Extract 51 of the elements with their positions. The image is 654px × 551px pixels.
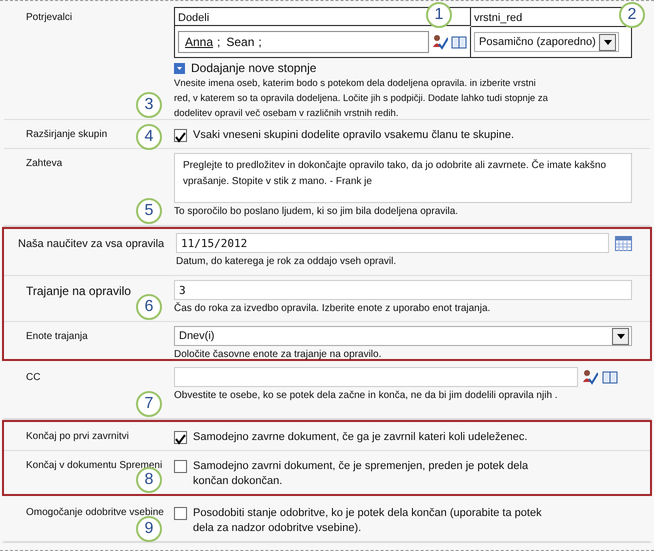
address-book-icon[interactable] xyxy=(602,370,618,384)
callout-number: 9 xyxy=(136,516,162,542)
field-description: Obvestite te osebe, ko se potek dela začne in konča, ne da bi jim dodelili opravila njih . xyxy=(174,389,559,403)
callout-number: 4 xyxy=(136,124,162,150)
checkbox-label: Vsaki vneseni skupini dodelite opravilo vsakemu članu te skupine. xyxy=(193,128,514,143)
calendar-icon[interactable] xyxy=(615,236,632,250)
address-book-icon[interactable] xyxy=(451,35,467,49)
checkbox[interactable] xyxy=(174,129,187,142)
field-description: Čas do roka za izvedbo opravila. Izberite enote z uporabo enot trajanja. xyxy=(174,301,492,316)
field-label: Enote trajanja xyxy=(26,330,88,344)
check-names-icon[interactable] xyxy=(432,34,448,50)
callout-number: 5 xyxy=(136,198,162,224)
field-description: Določite časovne enote za trajanje na opravilo. xyxy=(174,348,382,362)
units-dropdown[interactable]: Dnev(i) xyxy=(174,326,632,346)
order-dropdown[interactable]: Posamično (zaporedno) xyxy=(474,32,619,52)
expand-icon[interactable] xyxy=(174,62,185,74)
field-label: CC xyxy=(26,371,40,385)
separator: ; xyxy=(217,35,220,49)
field-label: Naša naučitev za vsa opravila xyxy=(18,237,164,251)
field-description: Vnesite imena oseb, katerim bodo s potekom dela dodeljena opravila. in izberite vrstni red, v katerem so ta opravila dodeljena. Ločite jih s podpičji. Dodate lahko tudi stopnje za dodelitev opravil več osebam v različnih vrstnih redih. xyxy=(174,77,549,121)
checkbox-label: Posodobiti stanje odobritve, ko je potek dela končan (uporabite ta potek dela za nadzor odobritve vsebine). xyxy=(193,506,543,536)
callout-number: 8 xyxy=(136,467,162,493)
cc-field[interactable] xyxy=(174,367,578,387)
checkbox-label: Samodejno zavrne dokument, če ga je zavrnil kateri koli udeleženec. xyxy=(193,430,528,445)
field-description: To sporočilo bo poslano ljudem, ki so jim bila dodeljena opravila. xyxy=(174,205,460,219)
checkbox[interactable] xyxy=(174,507,187,520)
field-label: Potrjevalci xyxy=(26,11,72,25)
add-stage-link[interactable]: Dodajanje nove stopnje xyxy=(191,61,316,75)
caret-icon xyxy=(604,40,612,44)
column-header: Dodeli xyxy=(177,12,210,24)
duration-field[interactable]: 3 xyxy=(174,280,632,300)
field-label: Končaj po prvi zavrnitvi xyxy=(26,430,129,444)
callout-number: 6 xyxy=(136,294,162,320)
checkbox[interactable] xyxy=(174,460,187,473)
check-names-icon[interactable] xyxy=(582,369,598,385)
people-field[interactable]: Anna ; Sean ; xyxy=(178,31,429,53)
field-description: Datum, do katerega je rok za oddajo vseh opravil. xyxy=(176,255,398,269)
checkbox[interactable] xyxy=(174,431,187,444)
message-field[interactable]: Preglejte to predložitev in dokončajte opravilo tako, da jo odobrite ali zavrnete. Če imate kakšno vprašanje. Stopite v stik z mano. - Frank je xyxy=(174,153,632,203)
separator: ; xyxy=(258,35,262,49)
date-field[interactable]: 11/15/2012 xyxy=(176,233,609,253)
column-header: vrstni_red xyxy=(473,12,522,24)
field-label: Razširjanje skupin xyxy=(26,128,108,142)
caret-icon xyxy=(616,334,624,338)
callout-number: 3 xyxy=(136,92,162,118)
callout-number: 1 xyxy=(426,2,452,28)
field-label: Zahteva xyxy=(26,157,62,171)
field-label: Trajanje na opravilo xyxy=(26,284,131,298)
callout-number: 7 xyxy=(136,391,162,417)
callout-number: 2 xyxy=(619,2,645,28)
checkbox-label: Samodejno zavrni dokument, če je spremenjen, preden je potek dela končan dokončan. xyxy=(193,459,530,489)
